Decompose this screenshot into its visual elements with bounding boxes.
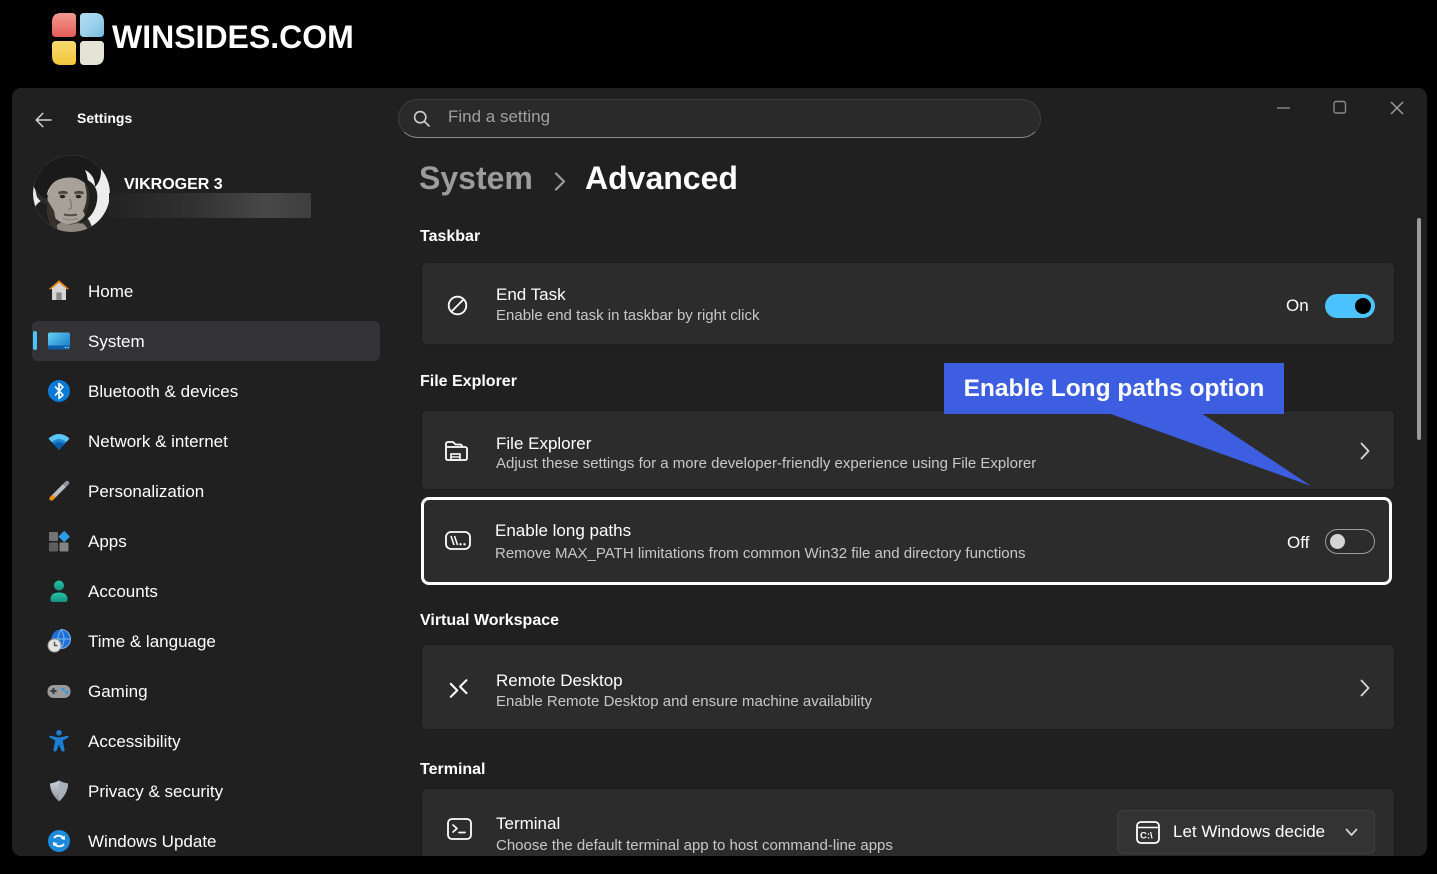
- svg-text:C:\: C:\: [1140, 831, 1153, 842]
- svg-text:Enable Long paths option: Enable Long paths option: [964, 375, 1265, 402]
